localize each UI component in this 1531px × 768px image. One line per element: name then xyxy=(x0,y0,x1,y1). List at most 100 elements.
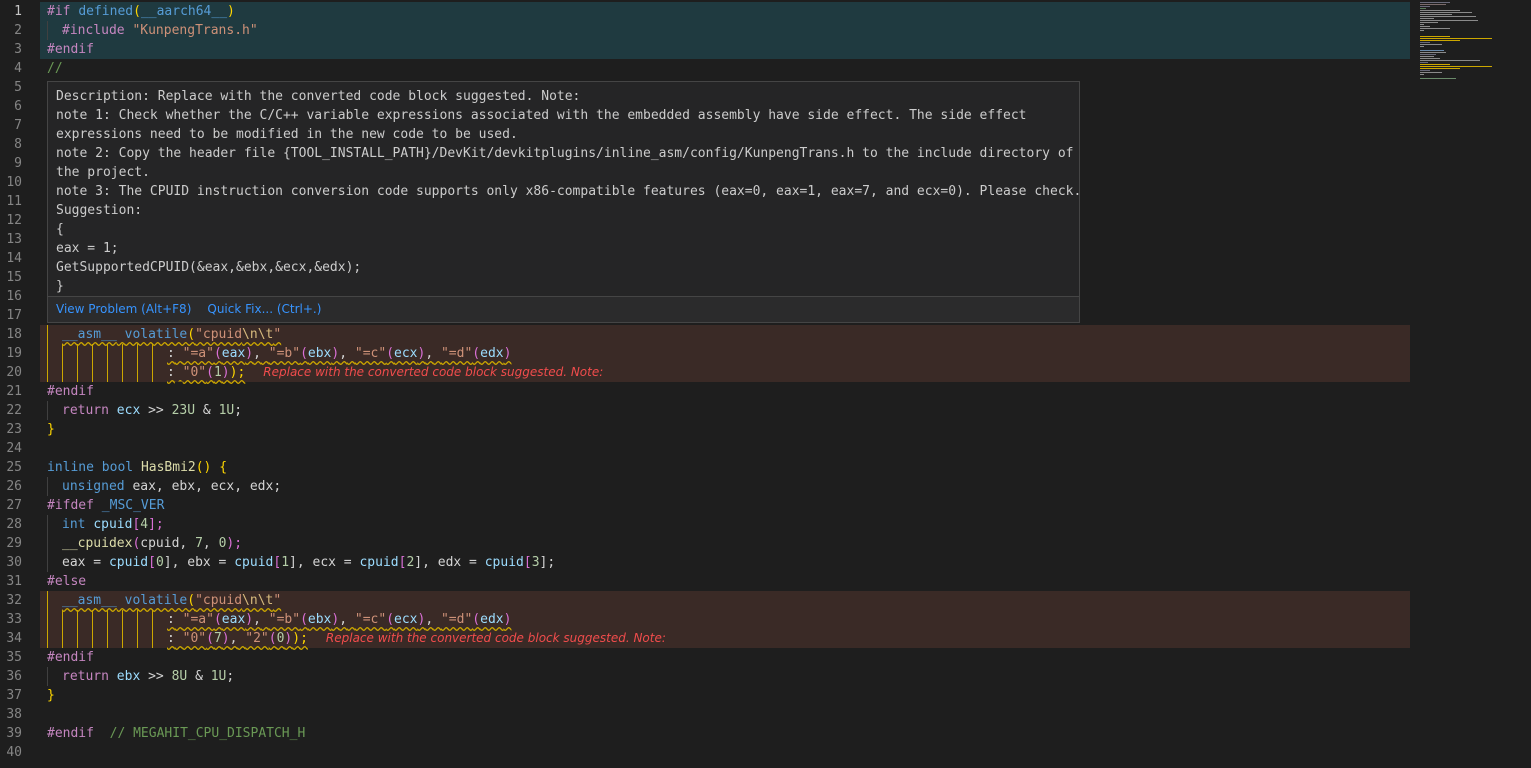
token: ); xyxy=(292,631,308,646)
minimap-line xyxy=(1420,68,1460,69)
minimap-line xyxy=(1420,58,1440,59)
line-number: 31 xyxy=(6,574,22,589)
token: [ xyxy=(523,555,532,570)
code-line-30[interactable]: eax = cpuid[0], ebx = cpuid[1], ecx = cp… xyxy=(47,553,1410,572)
line-number: 6 xyxy=(14,99,22,114)
code-line-2[interactable]: #include "KunpengTrans.h" xyxy=(47,21,1410,40)
line-number: 38 xyxy=(6,707,22,722)
token: defined xyxy=(78,4,134,19)
minimap-line xyxy=(1420,66,1492,67)
token: "=d" xyxy=(440,612,473,627)
code-line-39[interactable]: #endif // MEGAHIT_CPU_DISPATCH_H xyxy=(47,724,1410,743)
token: 0 xyxy=(155,555,164,570)
code-line-32[interactable]: __asm__ volatile("cpuid\n\t" xyxy=(47,591,1410,610)
token: #endif xyxy=(47,726,94,741)
token: ebx xyxy=(307,612,332,627)
code-line-29[interactable]: __cpuidex(cpuid, 7, 0); xyxy=(47,534,1410,553)
code-line-27[interactable]: #ifdef _MSC_VER xyxy=(47,496,1410,515)
token: return xyxy=(62,403,109,418)
code-line-20[interactable]: : "0"(1)); Replace with the converted cod… xyxy=(47,363,1410,382)
line-number: 26 xyxy=(6,479,22,494)
token: ) xyxy=(245,346,254,361)
code-line-23[interactable]: } xyxy=(47,420,1410,439)
line-number: 39 xyxy=(6,726,22,741)
token: ( xyxy=(133,4,141,19)
token: #include xyxy=(62,23,125,38)
token: __asm__ xyxy=(62,593,117,608)
token: ebx xyxy=(307,346,332,361)
line-number: 24 xyxy=(6,441,22,456)
hover-text-line: note 3: The CPUID instruction conversion… xyxy=(56,184,1082,199)
token: , xyxy=(253,612,261,627)
token: " xyxy=(273,593,282,608)
code-line-31[interactable]: #else xyxy=(47,572,1410,591)
token: volatile xyxy=(124,593,188,608)
inline-diagnostic[interactable]: Replace with the converted code block su… xyxy=(263,365,603,379)
token: () xyxy=(195,460,212,475)
code-line-35[interactable]: #endif xyxy=(47,648,1410,667)
token: ( xyxy=(300,612,308,627)
token: : xyxy=(167,346,175,361)
code-line-19[interactable]: : "=a"(eax), "=b"(ebx), "=c"(ecx), "=d"(… xyxy=(47,344,1410,363)
code-line-18[interactable]: __asm__ volatile("cpuid\n\t" xyxy=(47,325,1410,344)
token: "=b" xyxy=(268,612,301,627)
minimap-line xyxy=(1420,6,1430,7)
minimap-line xyxy=(1420,64,1450,65)
hover-text-line: note 1: Check whether the C/C++ variable… xyxy=(56,108,1027,123)
token: "=d" xyxy=(440,346,473,361)
minimap-line xyxy=(1420,60,1480,61)
code-line-25[interactable]: inline bool HasBmi2() { xyxy=(47,458,1410,477)
line-number: 8 xyxy=(14,137,22,152)
line-number: 35 xyxy=(6,650,22,665)
minimap-line xyxy=(1420,16,1476,17)
code-line-21[interactable]: #endif xyxy=(47,382,1410,401)
token: 23U xyxy=(171,403,196,418)
line-number: 11 xyxy=(6,194,22,209)
code-line-22[interactable]: return ecx >> 23U & 1U; xyxy=(47,401,1410,420)
line-number: 3 xyxy=(14,42,22,57)
token: >> xyxy=(148,403,164,418)
minimap-line xyxy=(1420,22,1438,23)
view-problem-link[interactable]: View Problem (Alt+F8) xyxy=(56,302,191,316)
line-number-gutter: 1 2 3 4 5 6 7 8 9 10 11 12 13 14 15 16 17 18 19 20 21 22 23 24 2… xyxy=(0,0,40,768)
minimap-line xyxy=(1420,74,1424,75)
code-line-37[interactable]: } xyxy=(47,686,1410,705)
code-line-26[interactable]: unsigned eax, ebx, ecx, edx; xyxy=(47,477,1410,496)
token: ; xyxy=(226,669,235,684)
code-line-36[interactable]: return ebx >> 8U & 1U; xyxy=(47,667,1410,686)
line-number: 5 xyxy=(14,80,22,95)
hover-text-line: GetSupportedCPUID(&eax,&ebx,&ecx,&edx); xyxy=(56,260,362,275)
code-editor[interactable]: 1 2 3 4 5 6 7 8 9 10 11 12 13 14 15 16 17 18 19 20 21 22 23 24 2… xyxy=(0,0,1410,768)
line-number: 1 xyxy=(14,4,22,19)
code-line-28[interactable]: int cpuid[4]; xyxy=(47,515,1410,534)
code-line-33[interactable]: : "=a"(eax), "=b"(ebx), "=c"(ecx), "=d"(… xyxy=(47,610,1410,629)
token: ( xyxy=(386,346,395,361)
token: eax xyxy=(62,555,86,570)
token: ebx xyxy=(187,555,211,570)
line-number: 34 xyxy=(6,631,22,646)
token: : xyxy=(167,365,175,380)
minimap-line xyxy=(1420,30,1424,31)
token: ( xyxy=(206,365,214,380)
line-number: 23 xyxy=(6,422,22,437)
token: ) xyxy=(221,365,230,380)
token: ( xyxy=(206,631,214,646)
minimap[interactable] xyxy=(1412,0,1531,768)
token: ebx xyxy=(116,669,141,684)
minimap-line xyxy=(1420,78,1456,79)
token: #if xyxy=(47,4,71,19)
code-line-1[interactable]: #if defined(__aarch64__) xyxy=(47,2,1410,21)
hover-status-bar: View Problem (Alt+F8) Quick Fix... (Ctrl+… xyxy=(48,296,1079,322)
token: = xyxy=(335,555,360,570)
code-line-3[interactable]: #endif xyxy=(47,40,1410,59)
code-line-34[interactable]: : "0"(7), "2"(0)); Replace with the conve… xyxy=(47,629,1410,648)
token: ecx xyxy=(394,346,418,361)
token: __aarch64__ xyxy=(140,4,228,19)
problem-hover-widget[interactable]: Description: Replace with the converted … xyxy=(47,81,1082,323)
token: "=c" xyxy=(354,612,387,627)
inline-diagnostic[interactable]: Replace with the converted code block su… xyxy=(326,631,666,645)
token: 1U xyxy=(218,403,235,418)
quick-fix-link[interactable]: Quick Fix... (Ctrl+.) xyxy=(207,302,321,316)
minimap-line xyxy=(1420,70,1430,71)
code-line-4[interactable]: // xyxy=(47,59,1410,78)
